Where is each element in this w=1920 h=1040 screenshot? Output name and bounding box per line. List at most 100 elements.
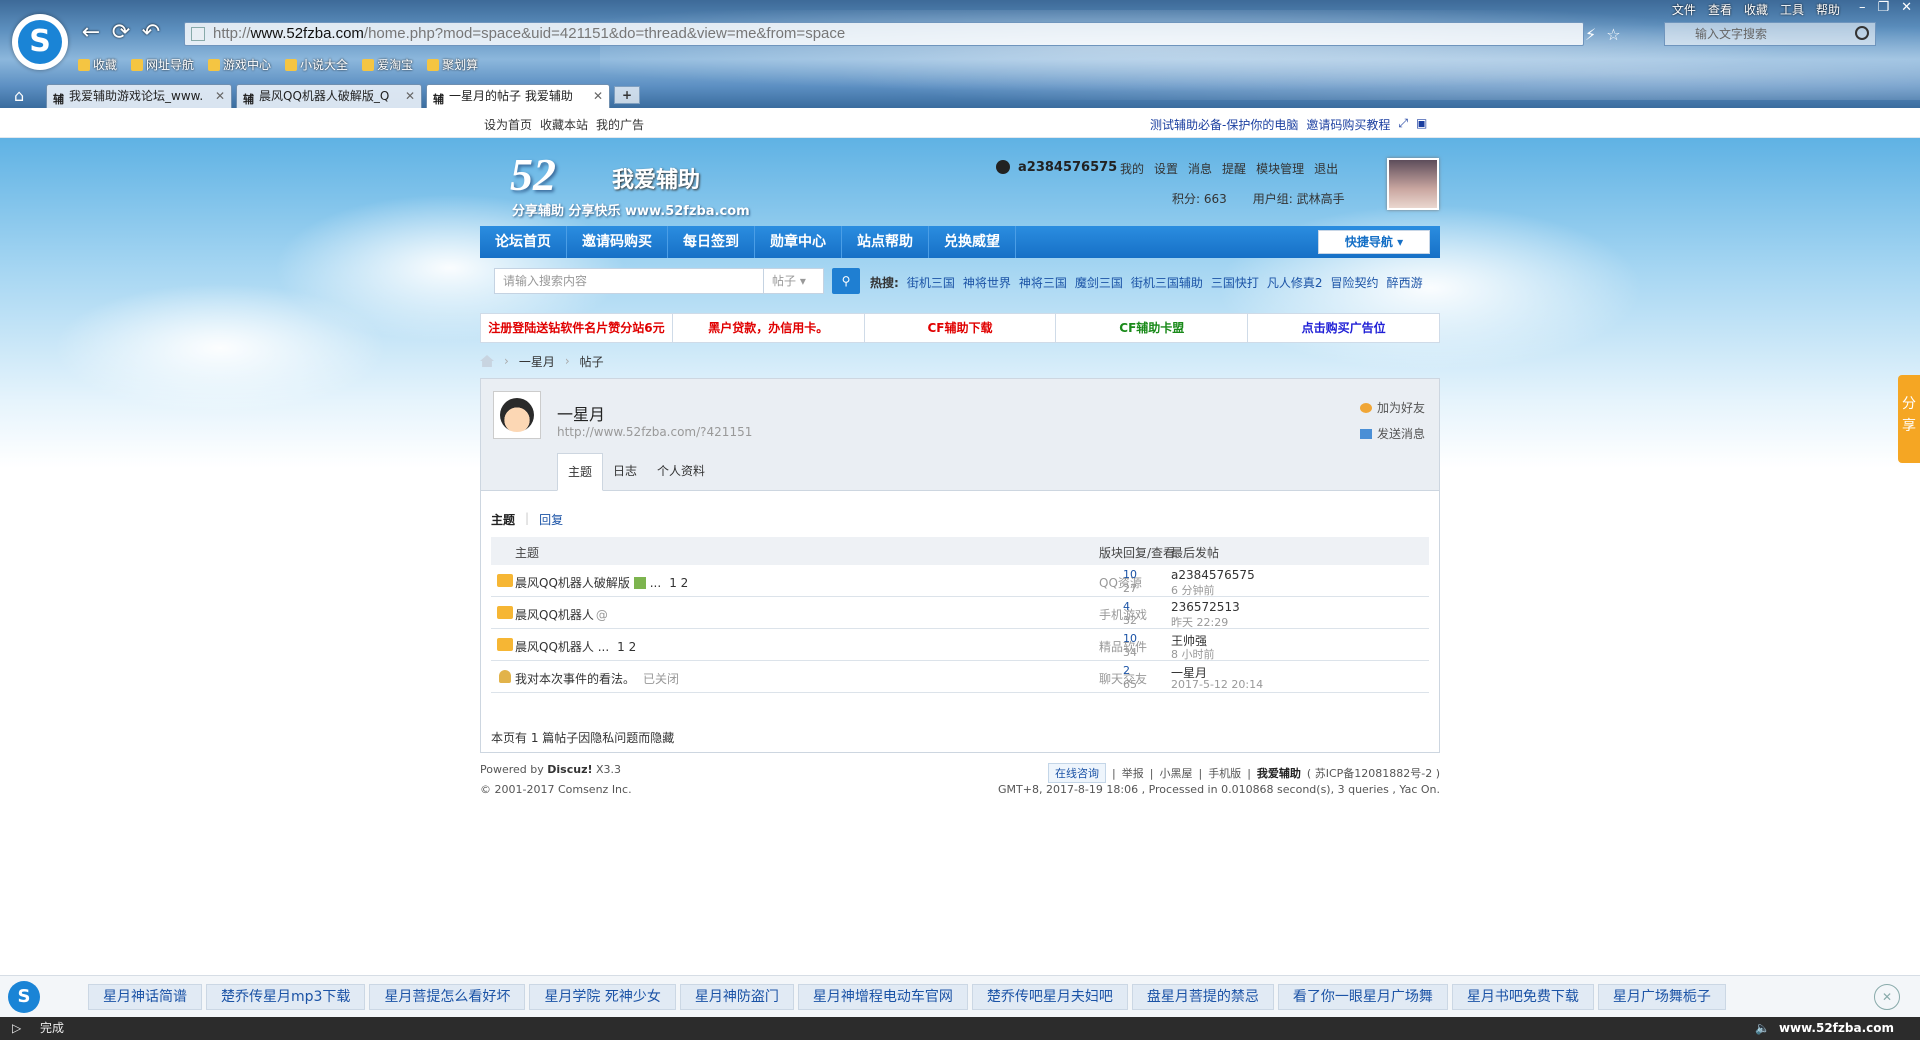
- lastpost-time[interactable]: 6 分钟前: [1171, 582, 1215, 598]
- bookmark-site-link[interactable]: 收藏本站: [540, 116, 588, 133]
- hot-search-item[interactable]: 冒险契约: [1331, 274, 1379, 291]
- browser-logo-icon[interactable]: S: [8, 981, 40, 1013]
- notify-menu[interactable]: 提醒: [1222, 160, 1246, 177]
- recommend-item[interactable]: 楚乔传星月mp3下载: [206, 984, 366, 1010]
- menu-view[interactable]: 查看: [1708, 1, 1732, 18]
- recommend-item[interactable]: 星月书吧免费下载: [1451, 984, 1594, 1010]
- my-menu[interactable]: 我的: [1120, 160, 1144, 177]
- hot-search-item[interactable]: 神将三国: [1019, 274, 1067, 291]
- close-icon[interactable]: ✕: [1901, 0, 1912, 15]
- tab-robot[interactable]: 辅晨风QQ机器人破解版_Q ✕: [236, 84, 422, 108]
- lastpost-time[interactable]: 8 小时前: [1171, 646, 1215, 662]
- speed-icon[interactable]: ⚡: [1585, 25, 1596, 44]
- volume-icon[interactable]: 🔈: [1755, 1017, 1770, 1040]
- bookmark-games[interactable]: 游戏中心: [208, 56, 271, 73]
- tab-close-icon[interactable]: ✕: [405, 85, 415, 107]
- lastpost-user[interactable]: a2384576575: [1171, 568, 1255, 582]
- thread-pages[interactable]: 1 2: [669, 576, 688, 590]
- bookmark-taobao[interactable]: 爱淘宝: [362, 56, 413, 73]
- home-icon[interactable]: ⌂: [14, 86, 24, 105]
- username-link[interactable]: a2384576575: [1018, 160, 1117, 175]
- site-footer-name[interactable]: 我爱辅助: [1257, 765, 1301, 781]
- browser-logo-icon[interactable]: S: [12, 14, 68, 70]
- user-avatar[interactable]: [493, 391, 541, 439]
- star-icon[interactable]: ☆: [1606, 25, 1620, 44]
- bookmark-favorites[interactable]: 收藏: [78, 56, 117, 73]
- invite-tutorial-link[interactable]: 邀请码购买教程: [1306, 116, 1390, 133]
- recommend-item[interactable]: 星月神防盗门: [679, 984, 794, 1010]
- tab-active[interactable]: 辅一星月的帖子 我爱辅助 ✕: [426, 84, 610, 108]
- profile-name[interactable]: 一星月: [557, 401, 605, 425]
- mobile-link[interactable]: 手机版: [1208, 765, 1241, 781]
- recommend-item[interactable]: 星月学院 死神少女: [529, 984, 676, 1010]
- icp-link[interactable]: ( 苏ICP备12081882号-2 ): [1307, 765, 1440, 781]
- subtab-replies[interactable]: 回复: [539, 511, 563, 528]
- thread-title[interactable]: 晨风QQ机器人破解版: [515, 576, 630, 590]
- nav-exchange[interactable]: 兑换威望: [929, 226, 1016, 258]
- menu-help[interactable]: 帮助: [1816, 1, 1840, 18]
- hot-search-item[interactable]: 神将世界: [963, 274, 1011, 291]
- menu-favorites[interactable]: 收藏: [1744, 1, 1768, 18]
- undo-icon[interactable]: ↶: [138, 20, 164, 46]
- add-friend-button[interactable]: 加为好友: [1359, 399, 1425, 416]
- share-button[interactable]: 分享: [1898, 375, 1920, 463]
- subtab-threads[interactable]: 主题: [491, 511, 515, 528]
- module-admin-link[interactable]: 模块管理: [1256, 160, 1304, 177]
- hot-search-item[interactable]: 街机三国: [907, 274, 955, 291]
- profile-url[interactable]: http://www.52fzba.com/?421151: [557, 425, 752, 439]
- report-link[interactable]: 举报: [1122, 765, 1144, 781]
- back-icon[interactable]: ←: [78, 20, 104, 46]
- hot-search-item[interactable]: 三国快打: [1211, 274, 1259, 291]
- hot-search-item[interactable]: 凡人修真2: [1267, 274, 1323, 291]
- settings-link[interactable]: 设置: [1154, 160, 1178, 177]
- ad-link[interactable]: 注册登陆送钻软件名片赞分站6元: [481, 314, 673, 342]
- protect-pc-link[interactable]: 测试辅助必备-保护你的电脑: [1150, 116, 1298, 133]
- blacklist-link[interactable]: 小黑屋: [1159, 765, 1192, 781]
- tab-threads[interactable]: 主题: [557, 453, 604, 491]
- style-icon[interactable]: ▣: [1416, 116, 1427, 133]
- lastpost-time[interactable]: 昨天 22:29: [1171, 614, 1228, 630]
- hot-search-item[interactable]: 魔剑三国: [1075, 274, 1123, 291]
- menu-file[interactable]: 文件: [1672, 1, 1696, 18]
- address-bar[interactable]: http://www.52fzba.com/home.php?mod=space…: [184, 22, 1584, 46]
- search-input[interactable]: 请输入搜索内容: [494, 268, 764, 294]
- fullscreen-icon[interactable]: ⤢: [1398, 116, 1408, 133]
- site-logo[interactable]: 52: [510, 148, 556, 201]
- breadcrumb-threads[interactable]: 帖子: [580, 353, 604, 370]
- close-icon[interactable]: ✕: [1874, 984, 1900, 1010]
- lastpost-user[interactable]: 236572513: [1171, 600, 1240, 614]
- new-tab-button[interactable]: +: [614, 86, 640, 104]
- recommend-item[interactable]: 星月广场舞栀子: [1597, 984, 1726, 1010]
- search-button[interactable]: ⚲: [832, 268, 860, 294]
- messages-link[interactable]: 消息: [1188, 160, 1212, 177]
- bookmark-juhuasuan[interactable]: 聚划算: [427, 56, 478, 73]
- restore-icon[interactable]: ❐: [1877, 0, 1889, 15]
- bookmark-novels[interactable]: 小说大全: [285, 56, 348, 73]
- nav-help[interactable]: 站点帮助: [842, 226, 929, 258]
- quick-nav-button[interactable]: 快捷导航 ▾: [1318, 230, 1430, 254]
- home-icon[interactable]: [480, 355, 494, 367]
- nav-medals[interactable]: 勋章中心: [755, 226, 842, 258]
- ad-link[interactable]: 点击购买广告位: [1248, 314, 1439, 342]
- browser-search-input[interactable]: 输入文字搜索: [1664, 22, 1876, 46]
- logout-link[interactable]: 退出: [1314, 160, 1338, 177]
- tab-blog[interactable]: 日志: [603, 453, 647, 491]
- credits-menu[interactable]: 积分: 663: [1172, 190, 1227, 207]
- thread-title[interactable]: 晨风QQ机器人: [515, 608, 594, 622]
- online-consult-button[interactable]: 在线咨询: [1048, 763, 1107, 783]
- hot-search-item[interactable]: 醉西游: [1387, 274, 1423, 291]
- my-ads-link[interactable]: 我的广告: [596, 116, 644, 133]
- breadcrumb-user[interactable]: 一星月: [519, 353, 555, 370]
- ad-link[interactable]: 黑户贷款，办信用卡。: [673, 314, 865, 342]
- tab-close-icon[interactable]: ✕: [593, 85, 603, 107]
- minimize-icon[interactable]: –: [1859, 0, 1866, 15]
- nav-signin[interactable]: 每日签到: [668, 226, 755, 258]
- ad-link[interactable]: CF辅助卡盟: [1056, 314, 1249, 342]
- set-homepage-link[interactable]: 设为首页: [484, 116, 532, 133]
- menu-tools[interactable]: 工具: [1780, 1, 1804, 18]
- avatar[interactable]: [1387, 158, 1439, 210]
- search-icon[interactable]: [1855, 26, 1869, 40]
- recommend-item[interactable]: 星月菩提怎么看好坏: [369, 984, 526, 1010]
- nav-invite[interactable]: 邀请码购买: [567, 226, 668, 258]
- usergroup-menu[interactable]: 用户组: 武林高手: [1253, 190, 1345, 207]
